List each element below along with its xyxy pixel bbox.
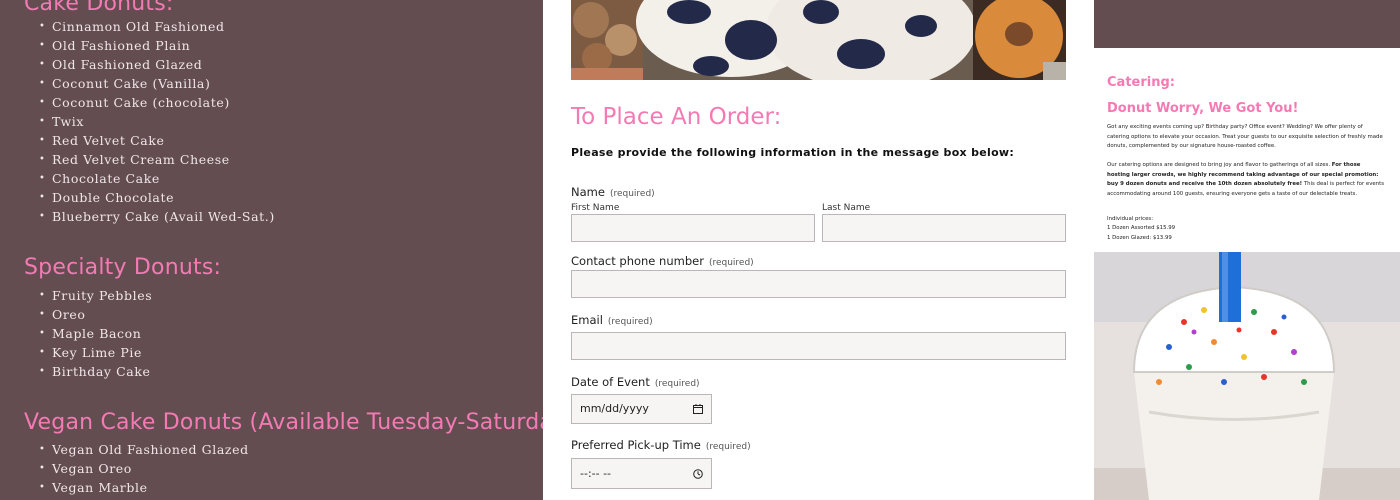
phone-input[interactable]: [571, 270, 1066, 298]
list-item: Chocolate Cake: [39, 169, 275, 188]
date-field-label: Date of Event (required): [571, 375, 700, 389]
donuts-photo: [571, 0, 1066, 80]
event-date-input[interactable]: mm/dd/yyyy: [571, 394, 712, 424]
required-indicator: (required): [609, 189, 655, 199]
donuts-photo-art: [571, 0, 1066, 80]
required-indicator: (required): [705, 442, 751, 452]
name-label: Name: [571, 185, 605, 199]
required-indicator: (required): [607, 317, 653, 327]
name-field-label: Name (required): [571, 185, 655, 199]
list-item: Twix: [39, 112, 275, 131]
required-indicator: (required): [654, 379, 700, 389]
email-field-label: Email (required): [571, 313, 653, 327]
first-name-label: First Name: [571, 203, 620, 213]
time-label: Preferred Pick-up Time: [571, 438, 701, 452]
menu-panel: Cake Donuts: Cinnamon Old Fashioned Old …: [0, 0, 543, 500]
list-item: Fruity Pebbles: [39, 286, 152, 305]
list-item: Vegan Oreo: [39, 459, 249, 478]
catering-panel: Catering: Donut Worry, We Got You! Got a…: [1094, 0, 1400, 500]
list-item: Red Velvet Cake: [39, 131, 275, 150]
date-label: Date of Event: [571, 375, 650, 389]
list-item: Old Fashioned Glazed: [39, 55, 275, 74]
list-item: Oreo: [39, 305, 152, 324]
list-item: Coconut Cake (chocolate): [39, 93, 275, 112]
specialty-donuts-list: Fruity Pebbles Oreo Maple Bacon Key Lime…: [39, 286, 152, 381]
list-item: Blueberry Cake (Avail Wed-Sat.): [39, 207, 275, 226]
phone-label: Contact phone number: [571, 254, 704, 268]
list-item: Vegan Old Fashioned Glazed: [39, 440, 249, 459]
section-title-vegan-donuts: Vegan Cake Donuts (Available Tuesday-Sat…: [24, 410, 543, 435]
vegan-donuts-list: Vegan Old Fashioned Glazed Vegan Oreo Ve…: [39, 440, 249, 497]
section-title-specialty-donuts: Specialty Donuts:: [24, 255, 222, 280]
list-item: Birthday Cake: [39, 362, 152, 381]
date-placeholder: mm/dd/yyyy: [580, 402, 649, 415]
pickup-time-input[interactable]: --:-- --: [571, 458, 712, 489]
milkshake-photo: [1094, 252, 1400, 500]
order-title: To Place An Order:: [571, 104, 782, 130]
section-title-cake-donuts: Cake Donuts:: [24, 0, 174, 16]
order-panel: [543, 0, 1094, 500]
clock-icon[interactable]: [693, 469, 703, 479]
last-name-input[interactable]: [822, 214, 1066, 242]
time-field-label: Preferred Pick-up Time (required): [571, 438, 751, 452]
phone-field-label: Contact phone number (required): [571, 254, 754, 268]
list-item: Red Velvet Cream Cheese: [39, 150, 275, 169]
calendar-icon[interactable]: [693, 404, 703, 414]
order-instructions: Please provide the following information…: [571, 146, 1015, 159]
catering-paragraph-2: Our catering options are designed to bri…: [1107, 161, 1385, 199]
catering-paragraph-1: Got any exciting events coming up? Birth…: [1107, 124, 1383, 149]
last-name-label: Last Name: [822, 203, 871, 213]
list-item: Cinnamon Old Fashioned: [39, 17, 275, 36]
catering-heading: Catering:: [1107, 75, 1175, 90]
price-assorted: 1 Dozen Assorted $15.99: [1107, 225, 1176, 231]
cake-donuts-list: Cinnamon Old Fashioned Old Fashioned Pla…: [39, 17, 275, 226]
catering-subheading: Donut Worry, We Got You!: [1107, 101, 1299, 116]
time-placeholder: --:-- --: [580, 467, 612, 480]
required-indicator: (required): [708, 258, 754, 268]
list-item: Coconut Cake (Vanilla): [39, 74, 275, 93]
email-input[interactable]: [571, 332, 1066, 360]
list-item: Old Fashioned Plain: [39, 36, 275, 55]
first-name-input[interactable]: [571, 214, 815, 242]
list-item: Vegan Marble: [39, 478, 249, 497]
price-glazed: 1 Dozen Glazed: $13.99: [1107, 235, 1172, 241]
list-item: Double Chocolate: [39, 188, 275, 207]
header-band: [1094, 0, 1400, 48]
email-label: Email: [571, 313, 603, 327]
catering-paragraph-2-start: Our catering options are designed to bri…: [1107, 162, 1332, 168]
milkshake-photo-art: [1094, 252, 1400, 500]
list-item: Maple Bacon: [39, 324, 152, 343]
list-item: Key Lime Pie: [39, 343, 152, 362]
